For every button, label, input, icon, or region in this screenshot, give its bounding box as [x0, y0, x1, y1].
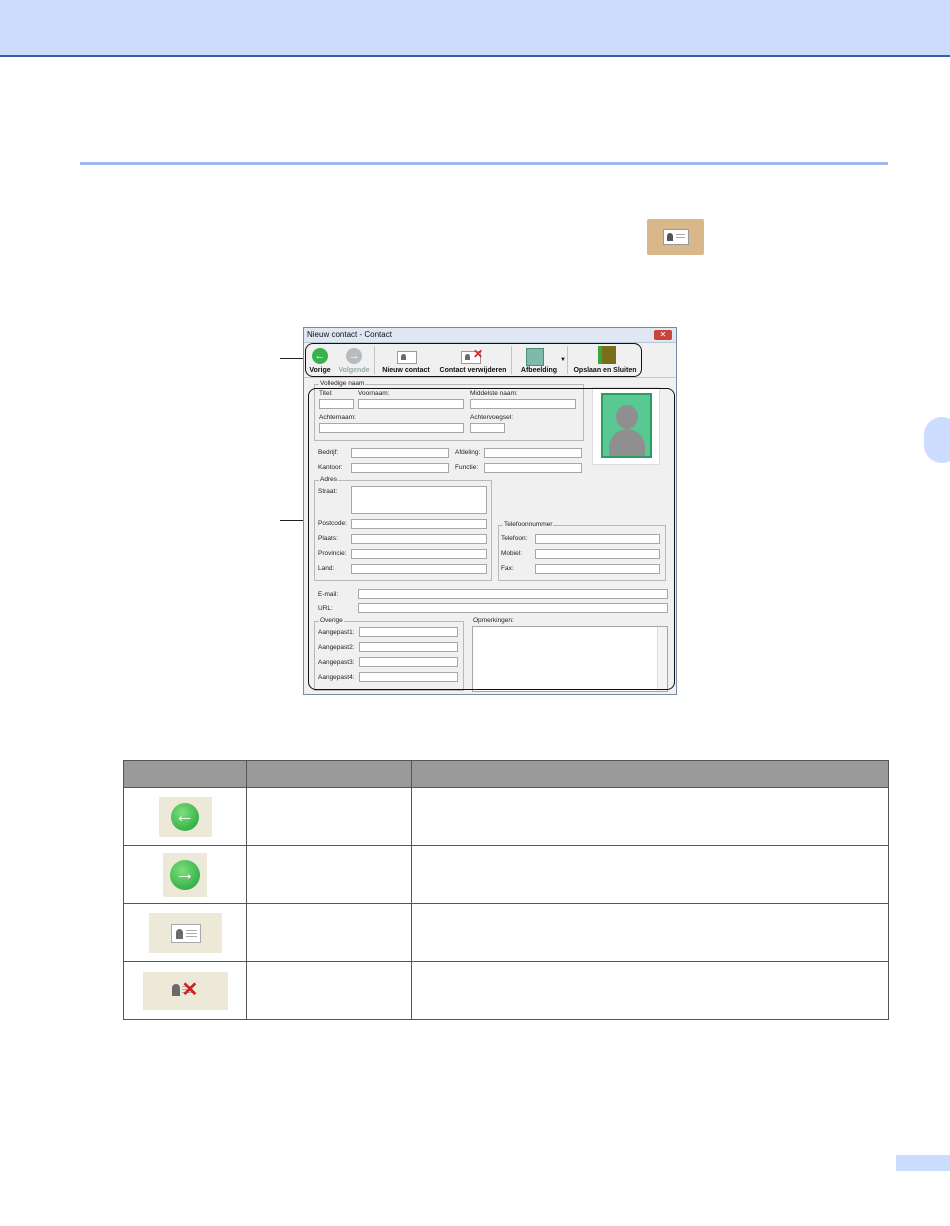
table-header-cell: [411, 760, 889, 788]
delete-contact-icon: ✕: [142, 971, 228, 1010]
table-icon-cell: ✕: [123, 961, 247, 1020]
back-arrow-icon: ←: [158, 796, 212, 837]
table-cell: [246, 961, 412, 1020]
table-row: [123, 903, 889, 962]
table-cell: [246, 903, 412, 962]
table-icon-cell: [123, 903, 247, 962]
table-cell: [246, 845, 412, 904]
toolbar-highlight: [305, 343, 642, 377]
chapter-tab: [924, 417, 950, 463]
table-header-row: [123, 760, 889, 788]
window-title-text: Nieuw contact - Contact: [307, 330, 392, 339]
forward-arrow-icon: →: [163, 852, 207, 897]
form-highlight: [308, 388, 675, 690]
close-button[interactable]: ✕: [654, 330, 672, 340]
table-header-cell: [246, 760, 412, 788]
table-cell: [246, 787, 412, 846]
table-cell: [411, 845, 889, 904]
fullname-group-title: Volledige naam: [319, 380, 366, 387]
icon-reference-table: ← → ✕: [123, 760, 889, 1020]
table-icon-cell: →: [123, 845, 247, 904]
contact-window: Nieuw contact - Contact ✕ ← Vorige → Vol…: [303, 327, 677, 695]
contact-card-icon: [647, 219, 704, 255]
table-row: →: [123, 845, 889, 904]
header-band: [0, 0, 950, 57]
table-row: ✕: [123, 961, 889, 1020]
new-contact-icon: [148, 912, 222, 953]
table-row: ←: [123, 787, 889, 846]
contact-form: Volledige naam Titel: Voornaam: Middelst…: [306, 378, 676, 694]
table-header-cell: [123, 760, 247, 788]
table-cell: [411, 787, 889, 846]
table-cell: [411, 903, 889, 962]
table-cell: [411, 961, 889, 1020]
section-rule: [80, 162, 888, 165]
page-number-tab: [896, 1155, 950, 1171]
table-icon-cell: ←: [123, 787, 247, 846]
window-title: Nieuw contact - Contact ✕: [304, 328, 676, 343]
